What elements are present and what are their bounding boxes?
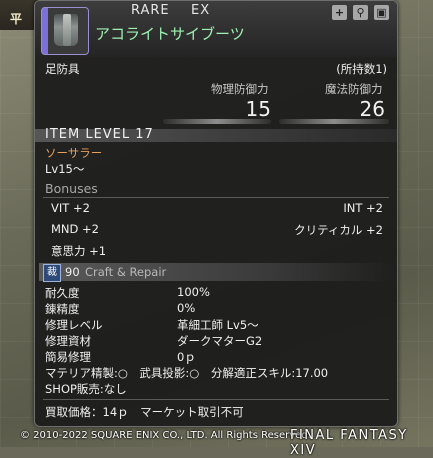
pin-icon[interactable]: ⚲: [353, 5, 368, 20]
bonus-int: INT +2: [343, 201, 383, 215]
lock-icon[interactable]: ▣: [374, 5, 389, 20]
repair-level-value: 革細工師 Lv5～: [177, 318, 259, 332]
background-label: 平: [10, 12, 23, 26]
craft-title: Craft & Repair: [85, 265, 167, 279]
job-name: ソーサラー: [45, 146, 103, 160]
bonuses-title: Bonuses: [45, 181, 98, 196]
magic-defense-label: 魔法防御力: [325, 82, 383, 96]
spiritbond-label: 錬精度: [45, 302, 80, 316]
leatherworker-icon: 裁: [43, 264, 61, 282]
spiritbond-value: 0%: [177, 301, 196, 315]
repair-level-label: 修理レベル: [45, 318, 103, 332]
price-line: 買取価格：14ｐ マーケット取引不可: [45, 405, 244, 419]
header-icons: + ⚲ ▣: [332, 5, 389, 20]
job-level: Lv15～: [45, 162, 85, 176]
bonuses-divider: [43, 197, 389, 198]
durability-label: 耐久度: [45, 286, 80, 300]
repair-material-value: ダークマターG2: [177, 334, 263, 348]
plus-icon[interactable]: +: [332, 5, 347, 20]
ex-label: EX: [191, 3, 211, 18]
bonus-determination: 意思力 +1: [51, 244, 107, 258]
item-name: アコライトサイブーツ: [95, 25, 245, 43]
physical-defense-value: 15: [245, 97, 271, 121]
tooltip-header: RARE EX + ⚲ ▣ アコライトサイブーツ: [35, 1, 397, 57]
quick-repair-value: 0ｐ: [177, 350, 196, 364]
rarity-label: RARE: [131, 3, 170, 18]
physical-defense-bar: [163, 119, 271, 124]
craft-level: 90: [65, 265, 80, 279]
item-category: 足防具: [45, 62, 80, 76]
durability-value: 100%: [177, 285, 210, 299]
copyright-notice: © 2010-2022 SQUARE ENIX CO., LTD. All Ri…: [20, 430, 311, 441]
item-icon: [41, 7, 89, 55]
game-logo: FINAL FANTASY XIV: [290, 428, 408, 458]
physical-defense-label: 物理防御力: [211, 82, 269, 96]
bonus-mnd: MND +2: [51, 222, 99, 236]
price-divider: [43, 399, 389, 400]
boots-icon: [54, 14, 78, 46]
magic-defense-value: 26: [359, 97, 385, 121]
item-tooltip: RARE EX + ⚲ ▣ アコライトサイブーツ 足防具 (所持数1) 物理防御…: [34, 0, 398, 427]
materia-line: マテリア精製:○ 武具投影:○ 分解適正スキル:17.00: [45, 366, 329, 380]
repair-material-label: 修理資材: [45, 334, 91, 348]
quick-repair-label: 簡易修理: [45, 350, 91, 364]
bonus-vit: VIT +2: [51, 201, 90, 215]
bonus-critical: クリティカル +2: [294, 223, 383, 237]
item-level: ITEM LEVEL 17: [45, 127, 154, 142]
magic-defense-bar: [279, 119, 389, 124]
owned-count: (所持数1): [336, 62, 387, 76]
shop-line: SHOP販売:なし: [45, 382, 127, 396]
